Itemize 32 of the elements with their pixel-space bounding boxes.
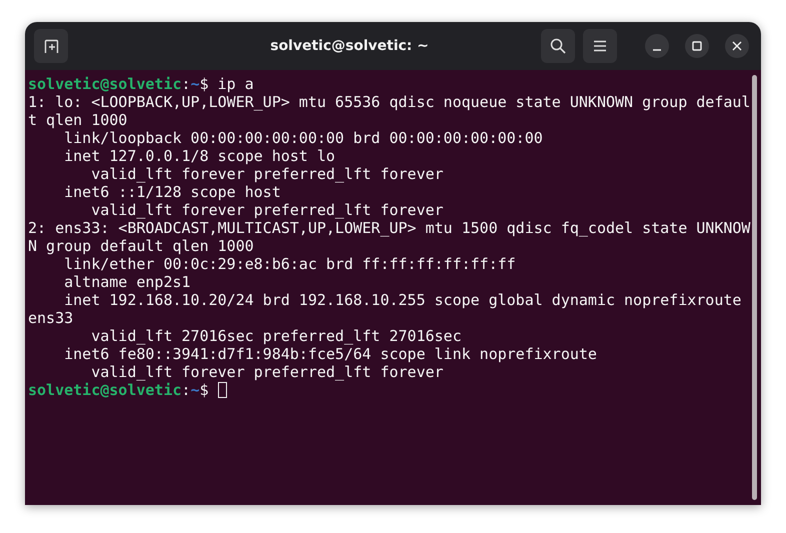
output-line: inet 127.0.0.1/8 scope host lo [63,147,336,165]
search-icon [550,38,566,54]
menu-icon [593,40,607,52]
minimize-icon [653,49,661,51]
search-button[interactable] [541,29,575,63]
output-line: valid_lft forever preferred_lft forever [90,201,444,219]
prompt-line: solvetic@solvetic:~$ ip a [28,75,254,93]
menu-button[interactable] [583,29,617,63]
close-button[interactable] [725,34,749,58]
output-line: inet6 ::1/128 scope host [63,183,281,201]
output-line: inet 192.168.10.20/24 brd 192.168.10.255 scope global dynamic noprefixroute [63,291,742,309]
scrollbar[interactable] [752,75,757,500]
prompt-line: solvetic@solvetic:~$ [28,381,210,399]
close-icon [732,41,742,51]
output-line: inet6 fe80::3941:d7f1:984b:fce5/64 scope link noprefixroute [63,345,597,363]
output-line: link/ether 00:0c:29:e8:b6:ac brd ff:ff:ff:ff:ff:ff [63,255,516,273]
new-tab-icon [43,38,59,54]
output-line: N group default qlen 1000 [28,237,254,255]
output-line: link/loopback 00:00:00:00:00:00 brd 00:00:00:00:00:00 [63,129,543,147]
output-line: altname enp2s1 [63,273,191,291]
output-line: 1: lo: <LOOPBACK,UP,LOWER_UP> mtu 65536 qdisc noqueue state UNKNOWN group defaul [28,93,750,111]
output-line: valid_lft forever preferred_lft forever [90,363,444,381]
window-title: solvetic@solvetic: ~ [269,38,430,54]
output-line: valid_lft 27016sec preferred_lft 27016sec [90,327,462,345]
output-line: 2: ens33: <BROADCAST,MULTICAST,UP,LOWER_UP> mtu 1500 qdisc fq_codel state UNKNOW [28,219,750,237]
minimize-button[interactable] [645,34,669,58]
maximize-icon [692,41,702,51]
output-line: valid_lft forever preferred_lft forever [90,165,444,183]
new-tab-button[interactable] [34,29,68,63]
output-line: ens33 [28,309,74,327]
output-line: t qlen 1000 [28,111,128,129]
maximize-button[interactable] [685,34,709,58]
